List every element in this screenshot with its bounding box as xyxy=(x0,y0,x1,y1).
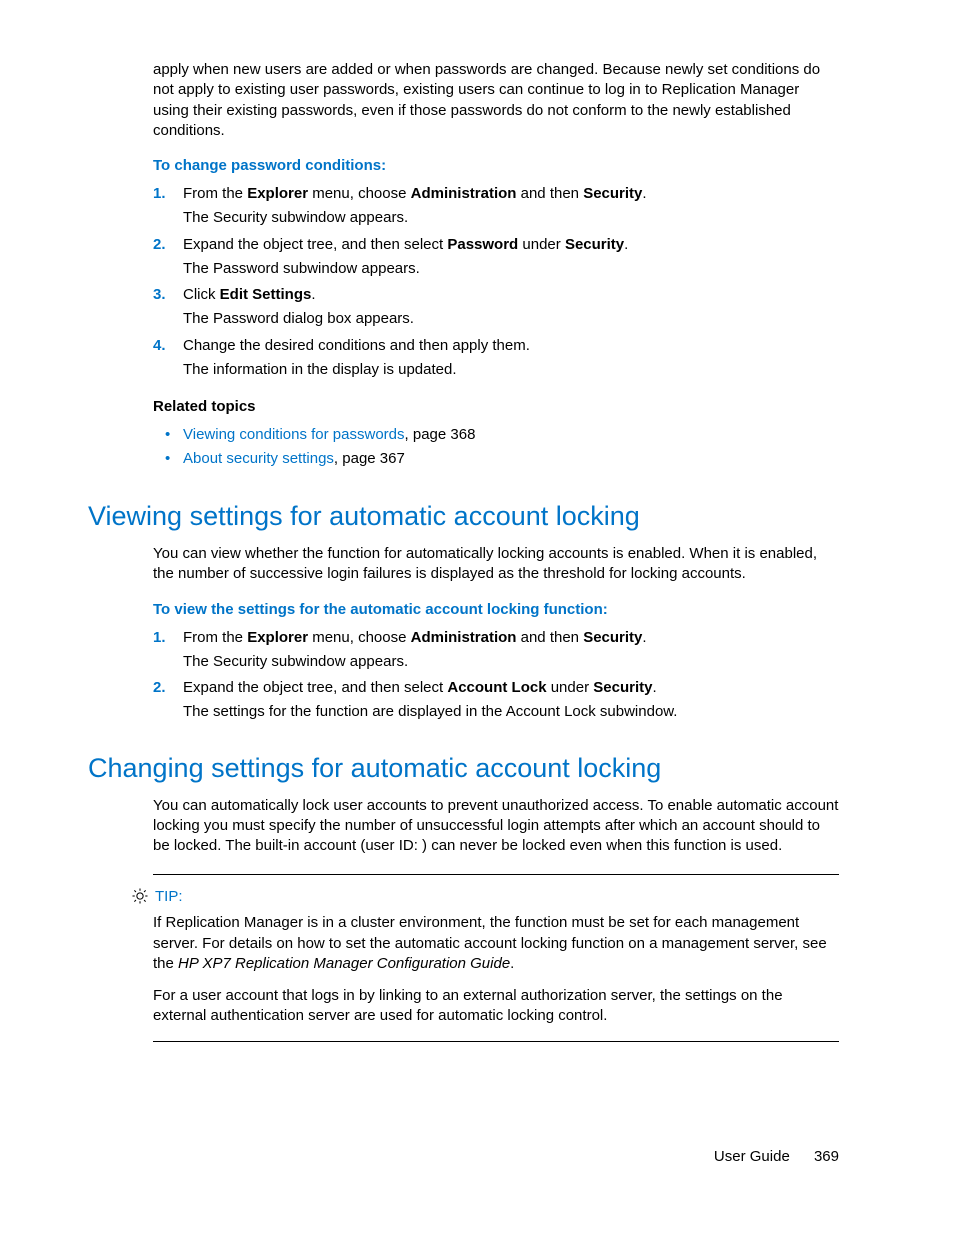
step-text: From the Explorer menu, choose Administr… xyxy=(183,185,647,202)
step-followup: The Security subwindow appears. xyxy=(183,208,839,228)
step-followup: The Password dialog box appears. xyxy=(183,309,839,329)
tip-paragraph-2: For a user account that logs in by linki… xyxy=(153,986,839,1027)
steps-change-password: 1. From the Explorer menu, choose Adminis… xyxy=(153,184,839,380)
section3-intro: You can automatically lock user accounts… xyxy=(153,796,839,857)
step-item: 3. Click Edit Settings. The Password dialo… xyxy=(153,285,839,330)
bold-term: Administration xyxy=(411,629,517,646)
step-number: 1. xyxy=(153,184,166,204)
step-number: 2. xyxy=(153,235,166,255)
intro-paragraph: apply when new users are added or when p… xyxy=(153,60,839,141)
bold-term: Password xyxy=(447,236,518,253)
step-followup: The information in the display is update… xyxy=(183,360,839,380)
step-text: Expand the object tree, and then select … xyxy=(183,679,657,696)
page-footer: User Guide 369 xyxy=(714,1148,839,1165)
section2-intro: You can view whether the function for au… xyxy=(153,544,839,585)
related-topic-item: Viewing conditions for passwords, page 3… xyxy=(153,423,839,447)
step-item: 2. Expand the object tree, and then selec… xyxy=(153,235,839,280)
tip-p1-italic: HP XP7 Replication Manager Configuration… xyxy=(178,955,510,972)
tip-p1-text-b: . xyxy=(510,955,514,972)
step-item: 2. Expand the object tree, and then selec… xyxy=(153,678,839,723)
related-topics-list: Viewing conditions for passwords, page 3… xyxy=(153,423,839,471)
bold-term: Edit Settings xyxy=(220,286,312,303)
step-number: 2. xyxy=(153,678,166,698)
related-topic-link[interactable]: About security settings xyxy=(183,450,334,467)
step-item: 1. From the Explorer menu, choose Adminis… xyxy=(153,628,839,673)
step-item: 4. Change the desired conditions and then… xyxy=(153,336,839,381)
bold-term: Account Lock xyxy=(447,679,546,696)
step-item: 1. From the Explorer menu, choose Adminis… xyxy=(153,184,839,229)
step-text: From the Explorer menu, choose Administr… xyxy=(183,629,647,646)
step-text: Expand the object tree, and then select … xyxy=(183,236,628,253)
step-text: Click Edit Settings. xyxy=(183,286,316,303)
step-followup: The Password subwindow appears. xyxy=(183,259,839,279)
bold-term: Security xyxy=(583,185,642,202)
footer-label: User Guide xyxy=(714,1148,790,1165)
related-topic-link[interactable]: Viewing conditions for passwords xyxy=(183,426,405,443)
step-followup: The Security subwindow appears. xyxy=(183,652,839,672)
step-text: Change the desired conditions and then a… xyxy=(183,337,530,354)
section-changing-settings: Changing settings for automatic account … xyxy=(88,753,839,784)
subhead-change-password: To change password conditions: xyxy=(153,157,839,174)
steps-view-settings: 1. From the Explorer menu, choose Adminis… xyxy=(153,628,839,723)
step-number: 4. xyxy=(153,336,166,356)
related-topics-header: Related topics xyxy=(153,398,839,415)
bold-term: Security xyxy=(583,629,642,646)
step-number: 1. xyxy=(153,628,166,648)
tip-label: TIP: xyxy=(155,888,183,905)
bold-term: Administration xyxy=(411,185,517,202)
bold-term: Explorer xyxy=(247,629,308,646)
related-topic-item: About security settings, page 367 xyxy=(153,447,839,471)
footer-page-number: 369 xyxy=(814,1148,839,1165)
bold-term: Security xyxy=(565,236,624,253)
tip-paragraph-1: If Replication Manager is in a cluster e… xyxy=(153,913,839,974)
bold-term: Security xyxy=(593,679,652,696)
section-viewing-settings: Viewing settings for automatic account l… xyxy=(88,501,839,532)
tip-icon xyxy=(131,887,149,905)
step-number: 3. xyxy=(153,285,166,305)
tip-box: TIP: If Replication Manager is in a clus… xyxy=(153,874,839,1041)
subhead-view-settings: To view the settings for the automatic a… xyxy=(153,601,839,618)
bold-term: Explorer xyxy=(247,185,308,202)
step-followup: The settings for the function are displa… xyxy=(183,702,839,722)
